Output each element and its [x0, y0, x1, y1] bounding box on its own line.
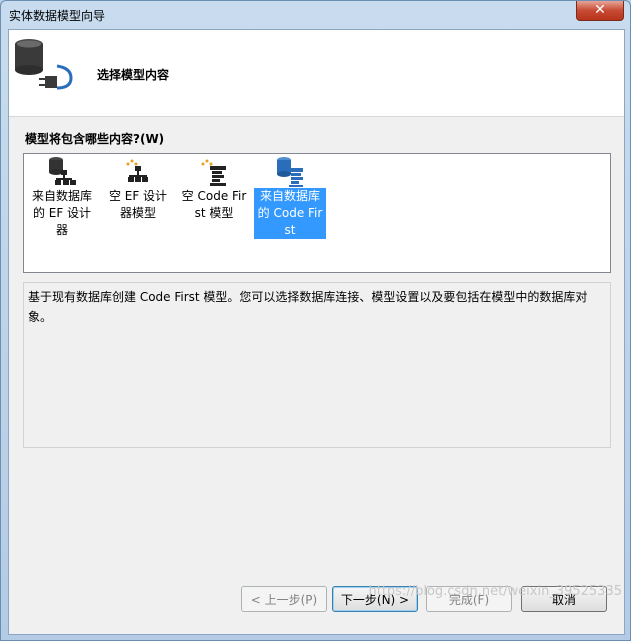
window-title: 实体数据模型向导 — [9, 9, 106, 23]
page-title: 选择模型内容 — [97, 68, 170, 82]
model-content-label: 模型将包含哪些内容?(W) — [25, 132, 165, 146]
option-empty-code-first[interactable]: 空 Code First 模型 — [178, 154, 250, 222]
watermark: https://blog.csdn.net/weixin_39525335 — [368, 584, 622, 599]
option-label: 来自数据库的 EF 设计器 — [31, 189, 92, 237]
option-label: 来自数据库的 Code First — [254, 188, 326, 239]
option-label: 空 EF 设计器模型 — [108, 189, 168, 220]
empty-designer-icon — [126, 159, 148, 182]
wizard-client-area: 选择模型内容 模型将包含哪些内容?(W) 来自数据库的 EF 设计器 空 EF … — [8, 29, 625, 635]
option-empty-ef-designer[interactable]: 空 EF 设计器模型 — [102, 154, 174, 222]
option-ef-designer-from-db[interactable]: 来自数据库的 EF 设计器 — [26, 154, 98, 239]
option-code-first-from-db[interactable]: 来自数据库的 Code First — [254, 154, 326, 239]
database-plug-icon — [15, 39, 73, 90]
description-box: 基于现有数据库创建 Code First 模型。您可以选择数据库连接、模型设置以… — [23, 282, 611, 448]
wizard-window: 实体数据模型向导 ✕ 选择模型内容 模型将包含哪些内容?(W) 来自数据库的 E… — [0, 0, 631, 641]
database-designer-icon — [49, 157, 76, 185]
title-bar[interactable]: 实体数据模型向导 ✕ — [1, 1, 630, 29]
close-icon: ✕ — [594, 2, 606, 18]
empty-code-first-icon — [201, 159, 226, 186]
back-button[interactable]: < 上一步(P) — [241, 586, 327, 612]
option-label: 空 Code First 模型 — [181, 189, 247, 220]
database-code-first-icon — [277, 157, 303, 187]
wizard-header: 选择模型内容 — [9, 30, 624, 117]
model-content-list[interactable]: 来自数据库的 EF 设计器 空 EF 设计器模型 空 Code First 模型… — [23, 153, 611, 273]
description-text: 基于现有数据库创建 Code First 模型。您可以选择数据库连接、模型设置以… — [28, 290, 588, 324]
close-button[interactable]: ✕ — [576, 1, 624, 21]
